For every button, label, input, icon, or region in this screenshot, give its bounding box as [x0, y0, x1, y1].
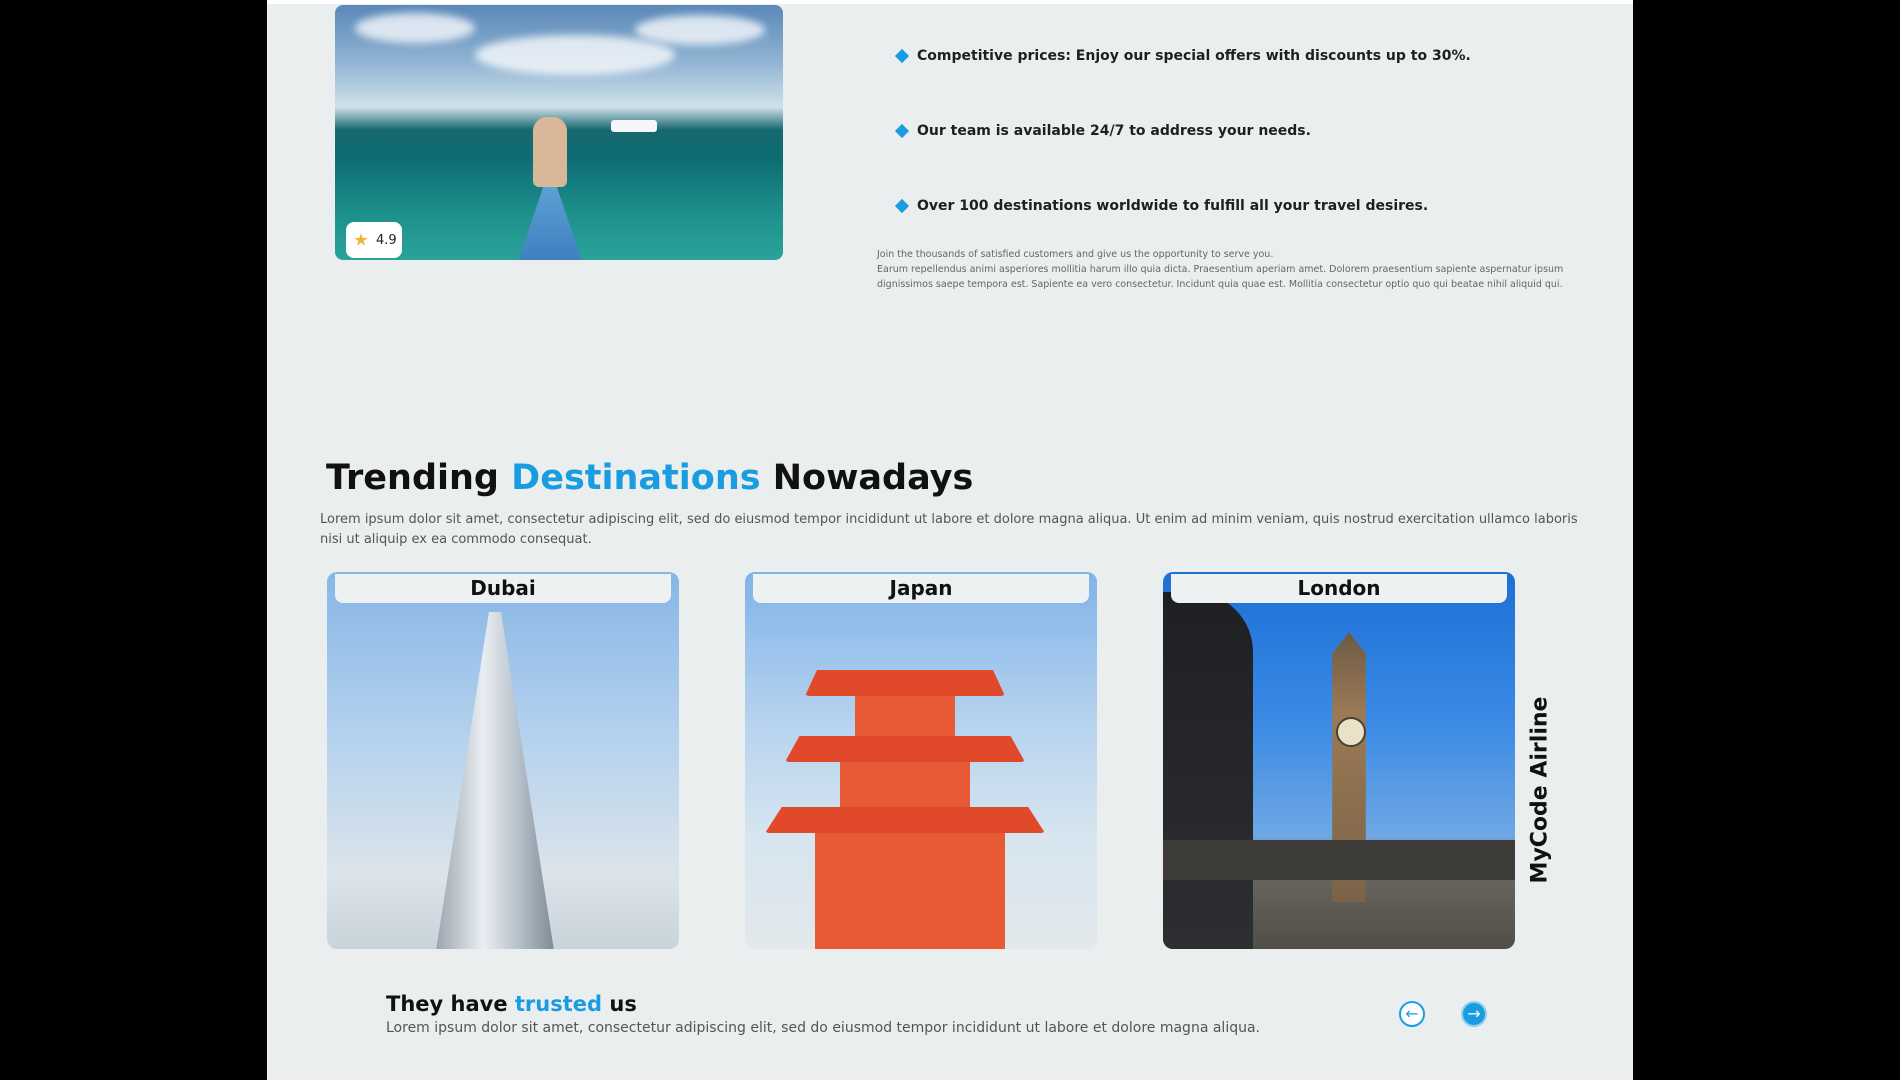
arrow-right-circle-icon: → — [1467, 1004, 1481, 1023]
trusted-title-accent: trusted — [514, 992, 603, 1016]
diamond-bullet-icon — [894, 198, 910, 214]
brand-vertical-text: MyCode Airline — [1527, 696, 1553, 884]
feature-note: Join the thousands of satisfied customer… — [877, 247, 1577, 292]
hero-image: 4.9 — [335, 5, 783, 260]
page: 4.9 Competitive prices: Enjoy our specia… — [267, 0, 1633, 1080]
trending-title-part2: Nowadays — [772, 458, 974, 498]
next-button[interactable]: → — [1461, 1001, 1487, 1027]
pagoda-roof-shape — [765, 807, 1045, 833]
trusted-title-part2: us — [609, 992, 637, 1016]
feature-note-line2: Earum repellendus animi asperiores molli… — [877, 264, 1564, 290]
pagoda-roof-shape — [805, 670, 1005, 696]
person-shape — [533, 117, 567, 187]
feature-text: Competitive prices: Enjoy our special of… — [917, 48, 1471, 64]
star-icon — [354, 233, 368, 246]
feature-item: Our team is available 24/7 to address yo… — [894, 123, 1311, 139]
pagoda-body-shape — [840, 762, 970, 807]
burj-al-arab-shape — [435, 612, 555, 949]
pagoda-roof-shape — [785, 736, 1025, 762]
boat-shape — [611, 120, 657, 132]
clock-face-shape — [1336, 717, 1366, 747]
bridge-shape — [1163, 840, 1515, 880]
pagoda-body-shape — [855, 696, 955, 736]
trending-title: Trending Destinations Nowadays — [326, 458, 973, 498]
feature-item: Over 100 destinations worldwide to fulfi… — [894, 198, 1429, 214]
destination-card-london[interactable]: London — [1163, 572, 1515, 949]
arrow-left-circle-icon: ← — [1405, 1004, 1419, 1023]
trusted-title: They have trusted us — [386, 992, 637, 1016]
prev-button[interactable]: ← — [1399, 1001, 1425, 1027]
feature-note-line1: Join the thousands of satisfied customer… — [877, 249, 1274, 260]
cloud-shape — [635, 15, 765, 45]
destination-label: London — [1171, 574, 1507, 603]
destination-label: Dubai — [335, 574, 671, 603]
feature-text: Our team is available 24/7 to address yo… — [917, 123, 1311, 139]
paddleboard-shape — [505, 180, 595, 260]
trending-title-part1: Trending — [326, 458, 499, 498]
cloud-shape — [475, 35, 675, 75]
diamond-bullet-icon — [894, 123, 910, 139]
rating-badge: 4.9 — [346, 222, 402, 258]
trusted-description: Lorem ipsum dolor sit amet, consectetur … — [386, 1020, 1260, 1036]
statue-shape — [1163, 592, 1253, 949]
top-divider — [267, 0, 1633, 4]
destination-card-dubai[interactable]: Dubai — [327, 572, 679, 949]
cloud-shape — [355, 13, 475, 43]
trending-description: Lorem ipsum dolor sit amet, consectetur … — [320, 512, 1578, 547]
feature-text: Over 100 destinations worldwide to fulfi… — [917, 198, 1429, 214]
destination-label: Japan — [753, 574, 1089, 603]
diamond-bullet-icon — [894, 48, 910, 64]
pagoda-body-shape — [815, 833, 1005, 949]
trusted-title-part1: They have — [386, 992, 508, 1016]
trending-title-accent: Destinations — [511, 458, 761, 498]
feature-item: Competitive prices: Enjoy our special of… — [894, 48, 1471, 64]
destination-card-japan[interactable]: Japan — [745, 572, 1097, 949]
rating-value: 4.9 — [376, 232, 397, 248]
